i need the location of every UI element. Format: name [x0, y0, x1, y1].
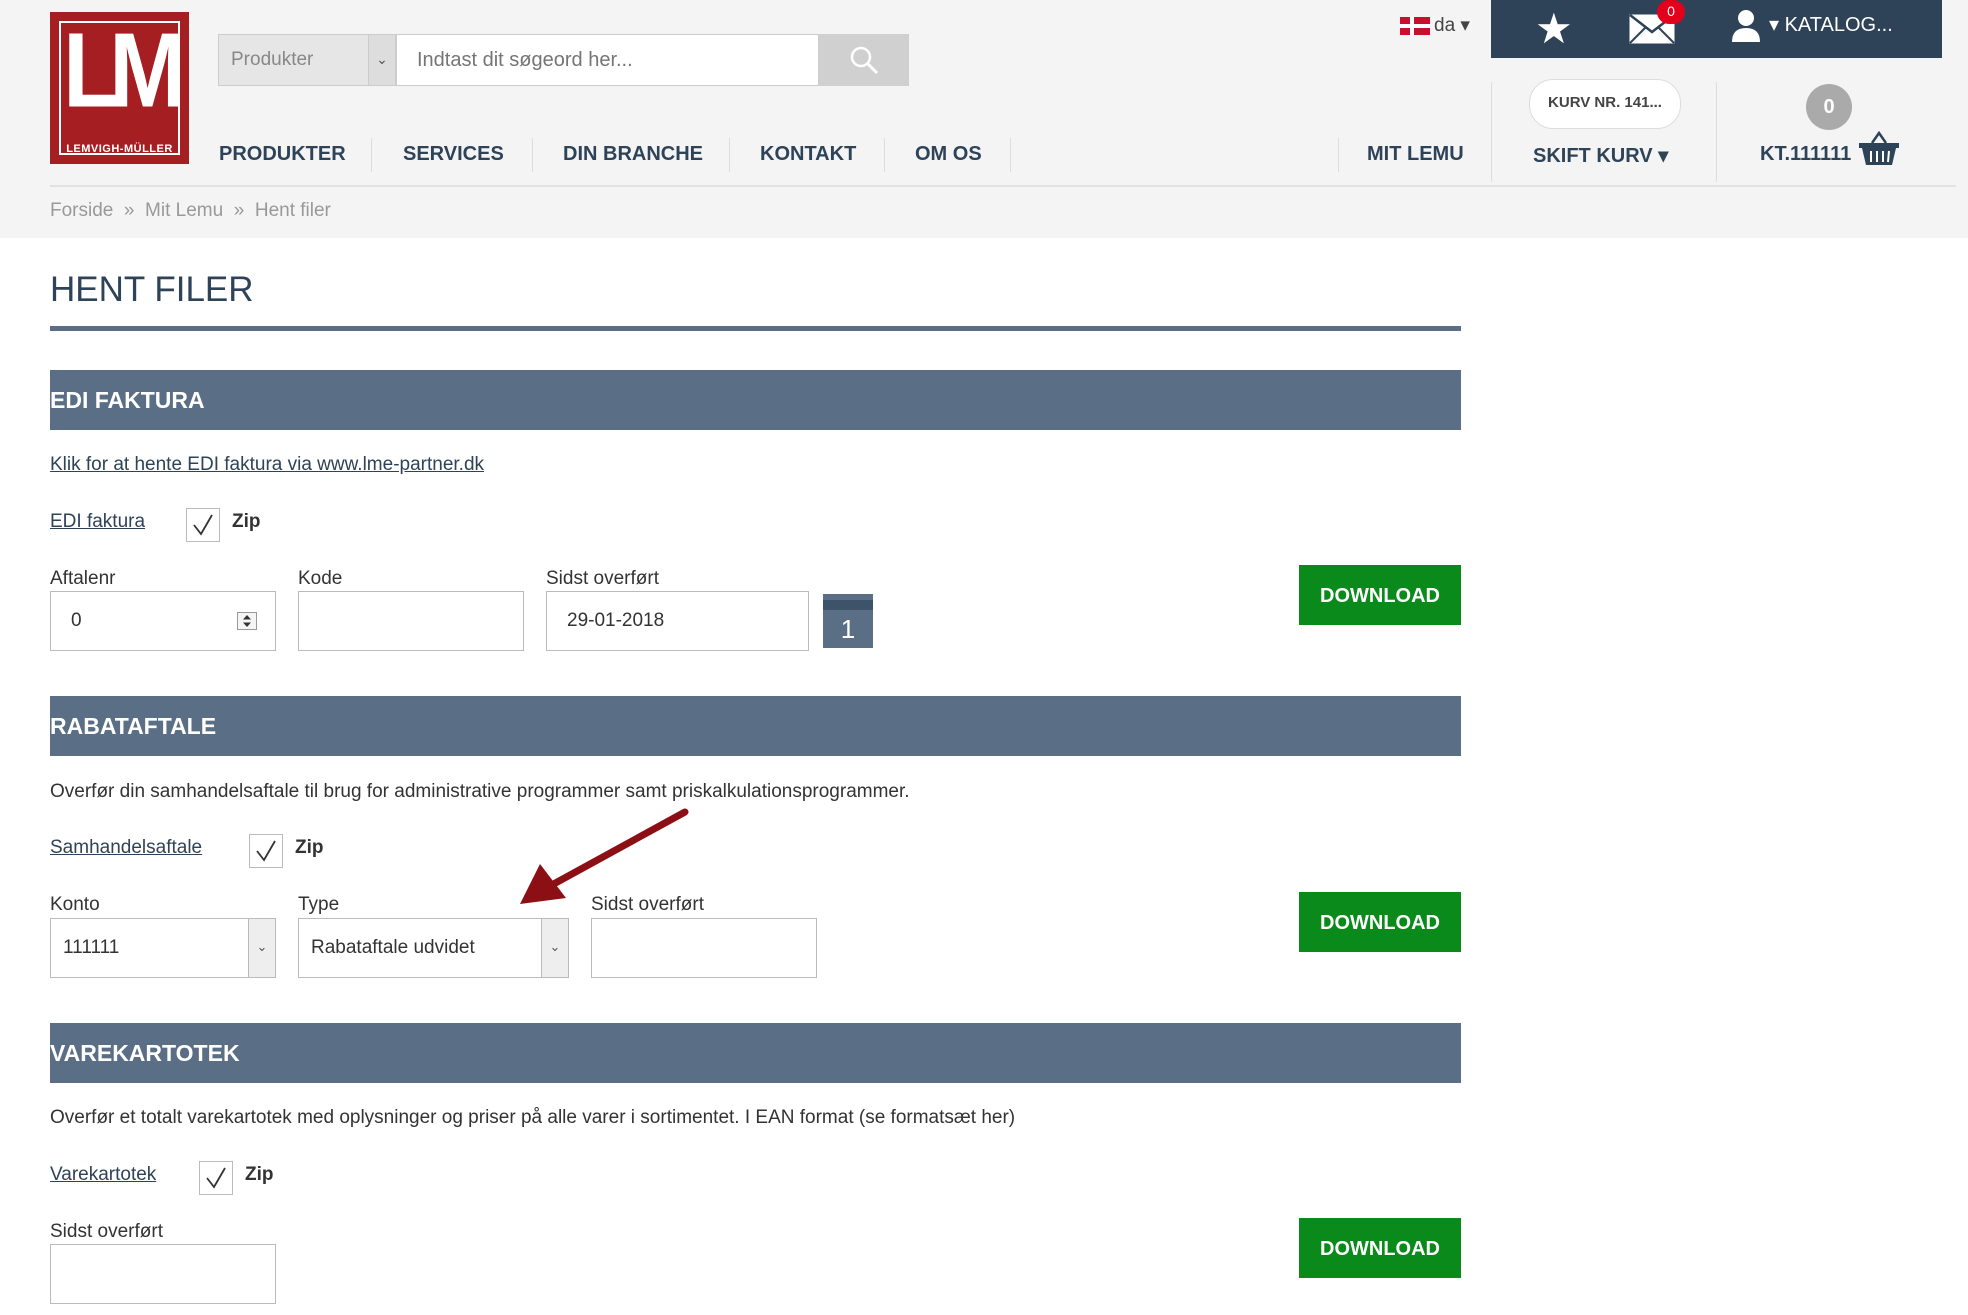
konto-value: 111111 — [63, 937, 120, 958]
edi-faktura-link[interactable]: EDI faktura — [50, 511, 145, 533]
vare-zip-checkbox[interactable] — [199, 1161, 233, 1195]
rabat-zip-checkbox[interactable] — [249, 834, 283, 868]
search-category-label: Produkter — [231, 49, 314, 70]
konto-label: Konto — [50, 894, 100, 915]
nav-divider — [1010, 138, 1011, 172]
edi-zip-label: Zip — [232, 511, 261, 532]
search-category-select[interactable]: Produkter ⌄ — [218, 34, 396, 86]
check-icon — [206, 1167, 226, 1189]
cart-count-badge: 0 — [1806, 84, 1852, 130]
nav-services[interactable]: SERVICES — [403, 143, 504, 166]
chevron-down-icon: ⌄ — [541, 919, 568, 977]
konto-select[interactable]: 111111 ⌄ — [50, 918, 276, 978]
rabat-sidst-overfort-input[interactable] — [591, 918, 817, 978]
language-label: da — [1434, 15, 1456, 36]
varekartotek-link[interactable]: Varekartotek — [50, 1164, 156, 1186]
nav-divider — [1338, 138, 1339, 172]
caret-down-icon: ▾ — [1460, 15, 1470, 36]
calendar-day: 1 — [840, 614, 856, 644]
edi-zip-checkbox[interactable] — [186, 508, 220, 542]
user-icon[interactable] — [1731, 8, 1761, 49]
danish-flag-icon — [1400, 16, 1430, 35]
header-rule — [50, 185, 1956, 187]
nav-mit-lemu[interactable]: MIT LEMU — [1367, 143, 1464, 166]
logo-text: LEMVIGH-MÜLLER — [66, 143, 173, 155]
chevron-down-icon: ⌄ — [248, 919, 275, 977]
language-selector[interactable]: da ▾ — [1400, 14, 1470, 37]
nav-divider — [371, 138, 372, 172]
annotation-arrow-icon — [520, 808, 689, 904]
check-icon — [256, 840, 276, 862]
title-rule — [50, 326, 1461, 331]
aftalenr-input[interactable]: 0 — [50, 591, 276, 651]
nav-din-branche[interactable]: DIN BRANCHE — [563, 143, 703, 166]
nav-divider — [532, 138, 533, 172]
chevron-down-icon: ⌄ — [368, 35, 395, 85]
vare-download-button[interactable]: DOWNLOAD — [1299, 1218, 1461, 1278]
kode-input[interactable] — [298, 591, 524, 651]
rabat-zip-label: Zip — [295, 837, 324, 858]
page-title: HENT FILER — [50, 270, 254, 309]
account-menu[interactable]: ▾ KATALOG... — [1769, 12, 1893, 37]
type-select[interactable]: Rabataftale udvidet ⌄ — [298, 918, 569, 978]
aftalenr-label: Aftalenr — [50, 568, 116, 589]
lemvigh-muller-logo[interactable]: LM LEMVIGH-MÜLLER — [50, 12, 189, 164]
nav-skift-kurv[interactable]: SKIFT KURV ▾ — [1533, 143, 1668, 168]
type-value: Rabataftale udvidet — [311, 937, 475, 958]
calendar-header — [823, 600, 873, 610]
nav-om-os[interactable]: OM OS — [915, 143, 982, 166]
nav-divider — [884, 138, 885, 172]
top-account-bar: ★ 0 ▾ KATALOG... — [1491, 0, 1942, 58]
kode-label: Kode — [298, 568, 343, 589]
spinner-icon[interactable] — [237, 612, 257, 630]
edi-download-button[interactable]: DOWNLOAD — [1299, 565, 1461, 625]
mail-count-badge: 0 — [1657, 0, 1685, 24]
nav-account-number[interactable]: KT.111111 — [1760, 143, 1851, 166]
logo-letters: LM — [63, 12, 186, 130]
search-input[interactable] — [396, 34, 819, 86]
nav-kontakt[interactable]: KONTAKT — [760, 143, 856, 166]
rabat-download-button[interactable]: DOWNLOAD — [1299, 892, 1461, 952]
breadcrumb: Forside » Mit Lemu » Hent filer — [50, 200, 331, 221]
basket-number[interactable]: KURV NR. 141... — [1529, 79, 1681, 129]
search-icon — [850, 46, 879, 75]
edi-sidst-overfort-label: Sidst overført — [546, 568, 659, 589]
edi-sidst-overfort-input[interactable]: 29-01-2018 — [546, 591, 809, 651]
vare-sidst-overfort-input[interactable] — [50, 1244, 276, 1304]
search-button[interactable] — [819, 34, 909, 86]
vare-zip-label: Zip — [245, 1164, 274, 1185]
aftalenr-value: 0 — [71, 610, 82, 631]
vare-description: Overfør et totalt varekartotek med oplys… — [50, 1107, 1016, 1128]
check-icon — [193, 514, 213, 536]
type-label: Type — [298, 894, 340, 915]
nav-divider — [729, 138, 730, 172]
basket-icon[interactable] — [1858, 130, 1900, 172]
rabat-description: Overfør din samhandelsaftale til brug fo… — [50, 781, 910, 802]
section-header-rabat: RABATAFTALE — [50, 696, 1461, 756]
section-header-vare: VAREKARTOTEK — [50, 1023, 1461, 1083]
header-divider — [1716, 82, 1717, 182]
samhandelsaftale-link[interactable]: Samhandelsaftale — [50, 837, 202, 859]
calendar-icon[interactable]: 1 — [823, 594, 873, 648]
section-header-edi: EDI FAKTURA — [50, 370, 1461, 430]
lme-partner-link[interactable]: Klik for at hente EDI faktura via www.lm… — [50, 454, 484, 476]
header-divider — [1491, 82, 1492, 182]
nav-produkter[interactable]: PRODUKTER — [219, 143, 346, 166]
vare-sidst-overfort-label: Sidst overført — [50, 1221, 163, 1242]
star-icon[interactable]: ★ — [1535, 8, 1573, 50]
